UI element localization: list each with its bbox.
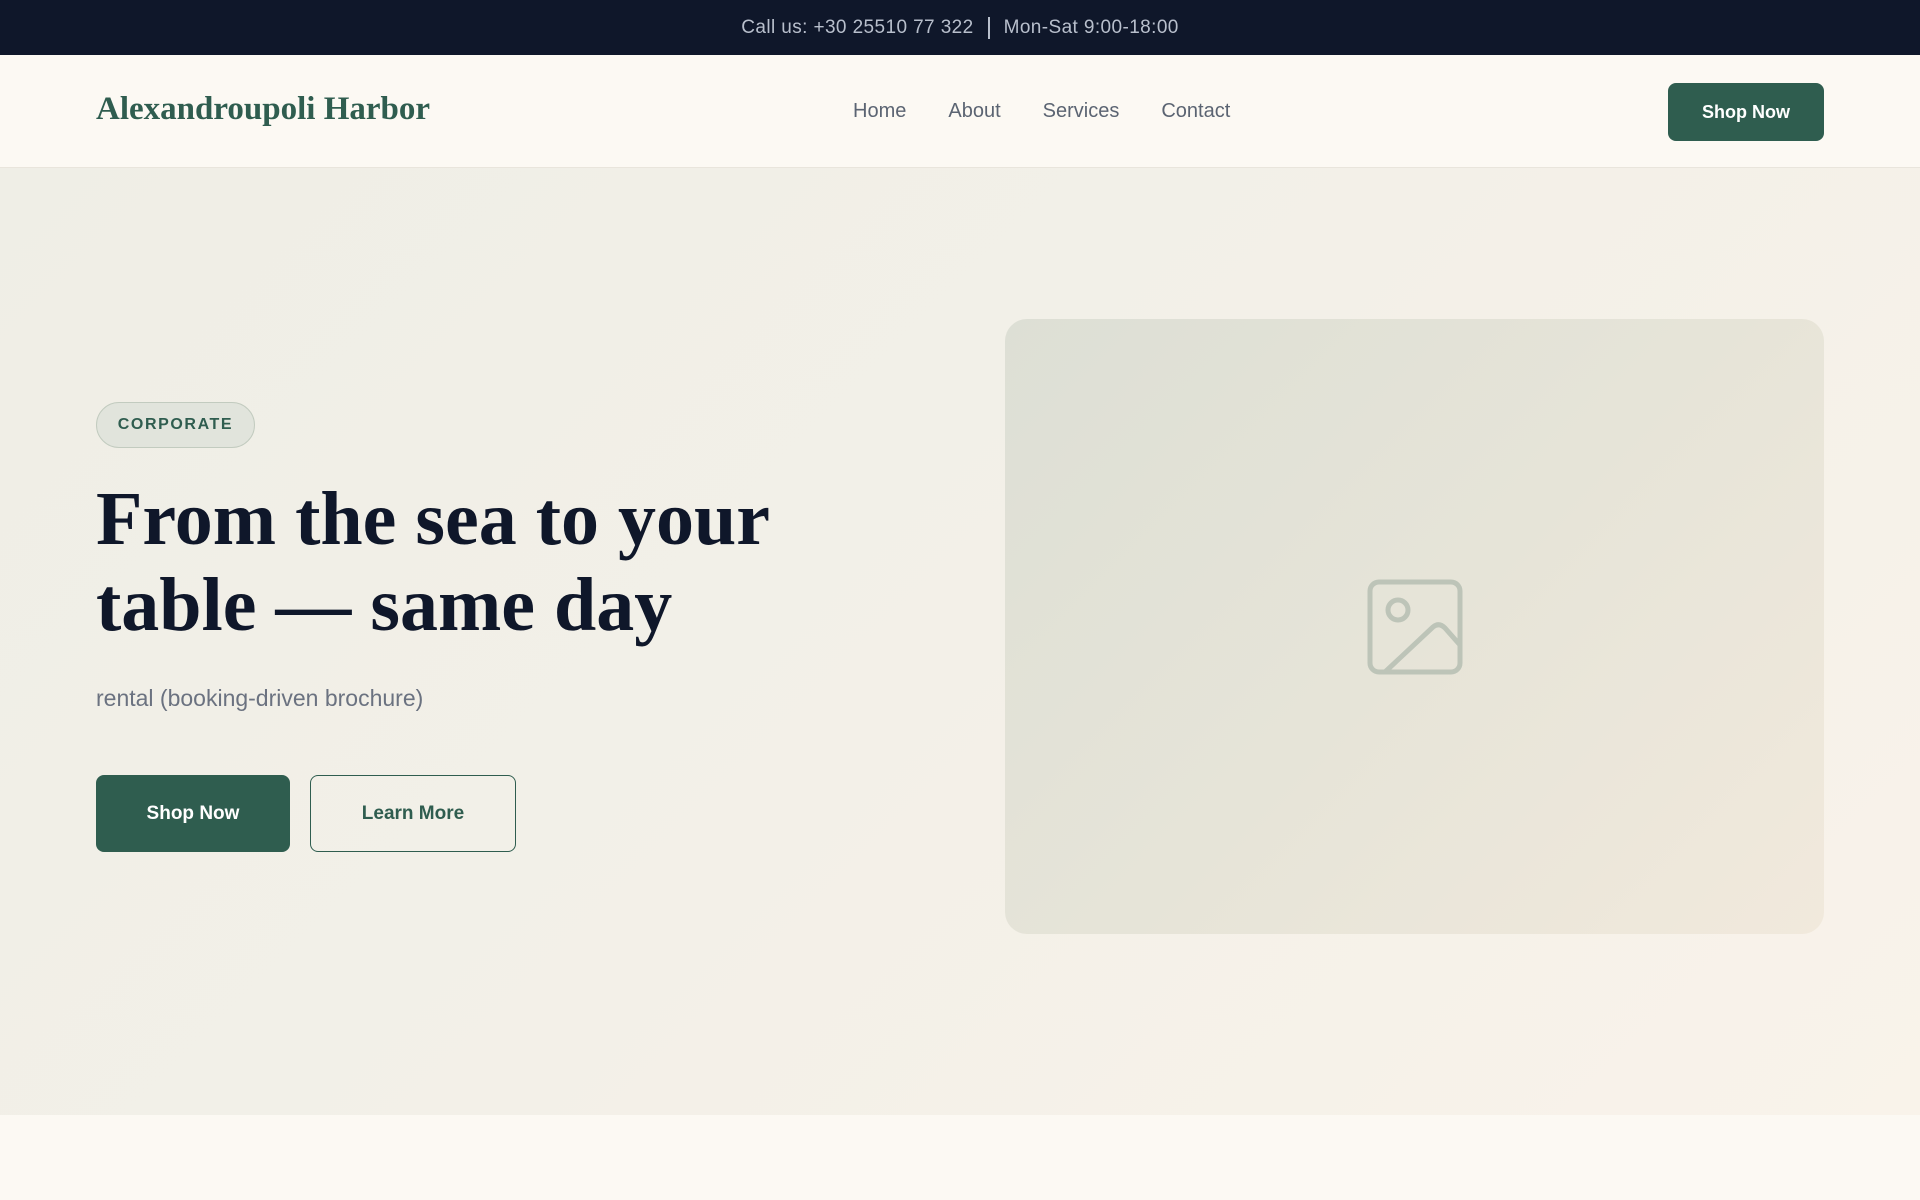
nav-link-contact[interactable]: Contact <box>1161 100 1230 123</box>
image-placeholder-icon <box>1367 579 1462 674</box>
nav-link-home[interactable]: Home <box>853 100 906 123</box>
hero-shop-now-button[interactable]: Shop Now <box>96 775 290 852</box>
nav-link-services[interactable]: Services <box>1043 100 1120 123</box>
hero-subtitle: rental (booking-driven brochure) <box>96 685 424 711</box>
brand-logo[interactable]: Alexandroupoli Harbor <box>96 91 430 128</box>
header-shop-now-button[interactable]: Shop Now <box>1668 83 1824 141</box>
site-header: Alexandroupoli Harbor Home About Service… <box>0 55 1920 168</box>
hero-learn-more-button[interactable]: Learn More <box>310 775 516 852</box>
hero-image-placeholder <box>1005 319 1824 934</box>
topbar-divider <box>987 16 990 39</box>
phone-text: Call us: +30 25510 77 322 <box>741 16 974 38</box>
category-badge: CORPORATE <box>96 402 255 448</box>
hours-text: Mon-Sat 9:00-18:00 <box>1003 16 1179 38</box>
hero-section: CORPORATE From the sea to your table — s… <box>0 168 1920 1115</box>
nav-link-about[interactable]: About <box>948 100 1000 123</box>
main-nav: Home About Services Contact <box>853 100 1230 123</box>
hero-title: From the sea to your table — same day <box>96 477 769 647</box>
top-info-bar: Call us: +30 25510 77 322 Mon-Sat 9:00-1… <box>0 0 1920 55</box>
